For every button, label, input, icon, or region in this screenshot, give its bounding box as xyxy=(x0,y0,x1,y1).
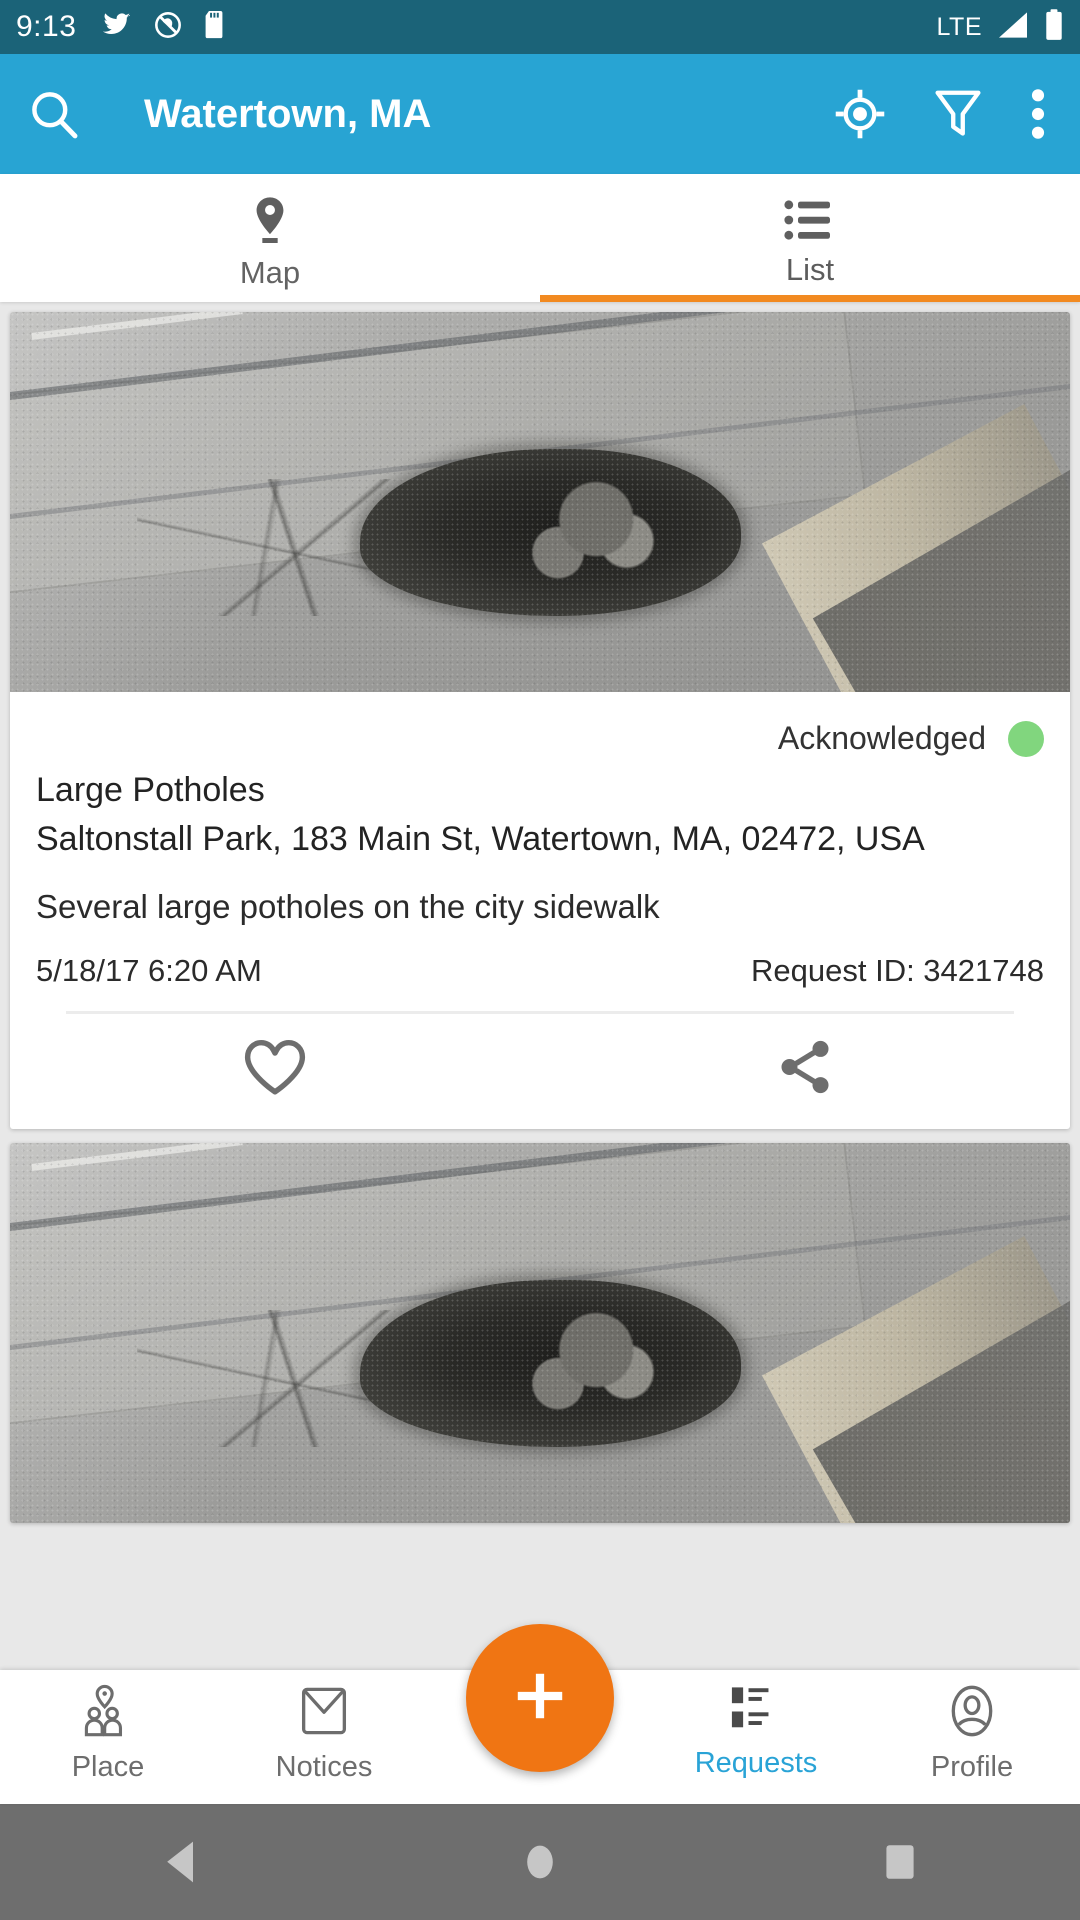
status-dot xyxy=(1008,720,1044,757)
nav-item-notices[interactable]: Notices xyxy=(216,1670,432,1782)
share-button[interactable] xyxy=(540,1036,1070,1103)
nav-item-place[interactable]: Place xyxy=(0,1670,216,1782)
status-bar-system-icons: LTE xyxy=(936,8,1065,46)
phone-screen: 9:13 LTE Watertown, MA Map List Acknowle… xyxy=(0,0,1080,1920)
tab-list-label: List xyxy=(785,252,835,287)
request-description: Several large potholes on the city sidew… xyxy=(36,888,660,925)
app-bar-actions xyxy=(834,86,1054,142)
request-title: Large Potholes xyxy=(36,771,265,809)
nav-label-notices: Notices xyxy=(275,1751,373,1783)
requests-list-icon xyxy=(729,1684,783,1739)
page-title: Watertown, MA xyxy=(144,91,432,136)
tab-map[interactable]: Map xyxy=(0,174,540,302)
more-vertical-icon[interactable] xyxy=(1030,86,1046,142)
request-meta: 5/18/17 6:20 AM Request ID: 3421748 xyxy=(10,927,1070,989)
place-people-icon xyxy=(81,1684,135,1743)
network-type-label: LTE xyxy=(936,12,982,41)
envelope-icon xyxy=(299,1684,349,1743)
bottom-navigation: Place Notices Requests Profile xyxy=(0,1624,1080,1804)
map-pin-icon xyxy=(247,194,293,251)
status-badge: Acknowledged xyxy=(777,720,986,756)
search-icon[interactable] xyxy=(26,86,82,142)
request-card[interactable] xyxy=(10,1143,1070,1524)
status-bar: 9:13 LTE xyxy=(0,0,1080,54)
share-icon xyxy=(772,1036,838,1103)
tab-list[interactable]: List xyxy=(540,174,1080,302)
sd-card-icon xyxy=(204,10,224,44)
profile-person-icon xyxy=(946,1684,998,1743)
nav-label-requests: Requests xyxy=(694,1747,818,1779)
app-bar: Watertown, MA xyxy=(0,54,1080,174)
signal-bars-icon xyxy=(996,11,1030,44)
nav-item-requests[interactable]: Requests xyxy=(648,1670,864,1778)
status-bar-notification-icons xyxy=(102,10,224,44)
photo-layer-grain xyxy=(10,312,1070,692)
request-photo[interactable] xyxy=(10,312,1070,692)
battery-full-icon xyxy=(1044,8,1064,46)
tab-active-indicator xyxy=(540,295,1080,302)
android-navigation-bar xyxy=(0,1804,1080,1920)
twitter-bird-icon xyxy=(102,12,132,43)
request-id: Request ID: 3421748 xyxy=(751,953,1044,989)
card-actions xyxy=(10,1014,1070,1129)
status-bar-clock: 9:13 xyxy=(16,10,77,43)
list-bullets-icon xyxy=(784,197,836,248)
recents-square-icon[interactable] xyxy=(830,1838,970,1886)
status-row: Acknowledged xyxy=(10,692,1070,763)
nav-label-profile: Profile xyxy=(930,1751,1014,1783)
heart-icon xyxy=(241,1036,309,1103)
request-card[interactable]: Acknowledged Large Potholes Saltonstall … xyxy=(10,312,1070,1130)
photo-layer-grain xyxy=(10,1143,1070,1524)
nav-item-profile[interactable]: Profile xyxy=(864,1670,1080,1782)
tab-map-label: Map xyxy=(239,255,301,290)
filter-icon[interactable] xyxy=(934,88,982,140)
my-location-icon[interactable] xyxy=(834,88,886,140)
request-feed[interactable]: Acknowledged Large Potholes Saltonstall … xyxy=(0,302,1080,1670)
back-triangle-icon[interactable] xyxy=(110,1838,250,1886)
nav-label-place: Place xyxy=(71,1751,145,1783)
request-address: Saltonstall Park, 183 Main St, Watertown… xyxy=(36,819,925,858)
favorite-button[interactable] xyxy=(10,1036,540,1103)
request-timestamp: 5/18/17 6:20 AM xyxy=(36,953,262,989)
request-photo[interactable] xyxy=(10,1143,1070,1524)
home-circle-icon[interactable] xyxy=(470,1838,610,1886)
plus-icon xyxy=(509,1665,571,1732)
add-request-fab[interactable] xyxy=(466,1624,614,1772)
do-not-disturb-icon xyxy=(154,11,182,44)
view-tabs: Map List xyxy=(0,174,1080,302)
